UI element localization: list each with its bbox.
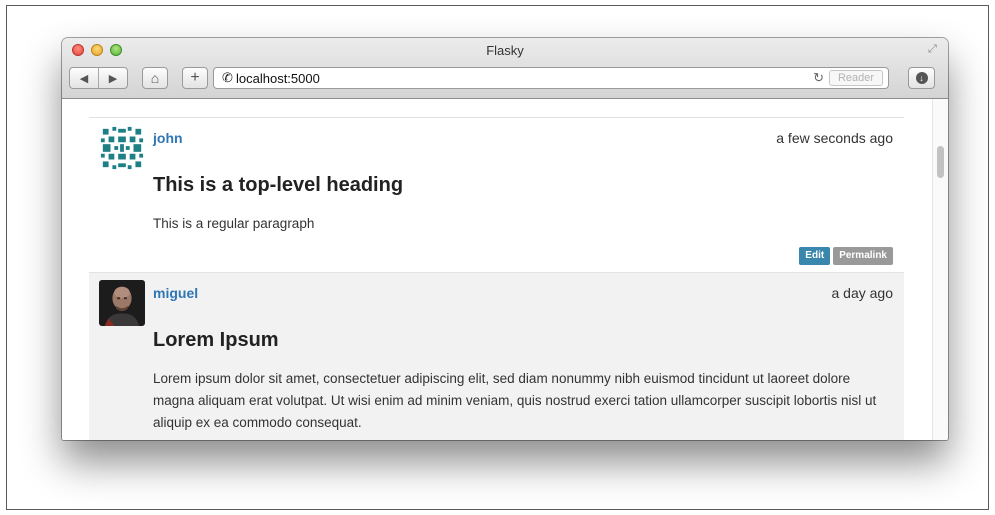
edit-button[interactable]: Edit (799, 247, 831, 265)
new-tab-button[interactable]: + (182, 67, 208, 89)
forward-button[interactable]: ▶ (99, 72, 127, 85)
post-heading: Lorem Ipsum (153, 329, 279, 351)
window-title: Flasky (486, 43, 524, 58)
post-date: a day ago (831, 285, 894, 301)
scrollbar-thumb[interactable] (937, 146, 944, 178)
post-author-link[interactable]: john (153, 130, 183, 146)
browser-window: Flasky ⤢ ◀ ▶ ⌂ + ✆ localhost:5000 ↻ Read… (62, 38, 948, 440)
home-icon: ⌂ (150, 70, 160, 86)
avatar[interactable] (99, 125, 145, 171)
post-date: a few seconds ago (776, 130, 893, 146)
home-button[interactable]: ⌂ (142, 67, 168, 89)
permalink-button[interactable]: Permalink (833, 247, 893, 265)
post-item: miguel a day ago Lorem Ipsum Lorem ipsum… (89, 272, 904, 440)
post-heading: This is a top-level heading (153, 174, 404, 196)
downloads-button[interactable]: ↓ (908, 67, 935, 89)
page-content: john a few seconds ago This is a top-lev… (62, 99, 932, 440)
phone-icon: ✆ (222, 70, 233, 85)
fullscreen-icon[interactable]: ⤢ (928, 43, 940, 55)
address-bar[interactable]: ✆ localhost:5000 ↻ Reader (213, 67, 889, 89)
reader-button[interactable]: Reader (829, 70, 883, 86)
download-icon: ↓ (915, 72, 928, 84)
post-body: This is a regular paragraph (153, 216, 315, 231)
browser-toolbar: Flasky ⤢ ◀ ▶ ⌂ + ✆ localhost:5000 ↻ Read… (62, 38, 948, 99)
post-author-link[interactable]: miguel (153, 285, 198, 301)
history-nav-group: ◀ ▶ (69, 67, 128, 89)
plus-icon: + (190, 69, 200, 86)
vertical-scrollbar[interactable] (932, 99, 948, 440)
reload-icon[interactable]: ↻ (813, 70, 824, 86)
avatar[interactable] (99, 280, 145, 326)
back-button[interactable]: ◀ (70, 72, 98, 85)
post-footer: Edit Permalink (799, 247, 893, 265)
post-body: Lorem ipsum dolor sit amet, consectetuer… (153, 371, 877, 430)
url-text[interactable]: localhost:5000 (236, 71, 320, 86)
post-item: john a few seconds ago This is a top-lev… (89, 117, 904, 272)
